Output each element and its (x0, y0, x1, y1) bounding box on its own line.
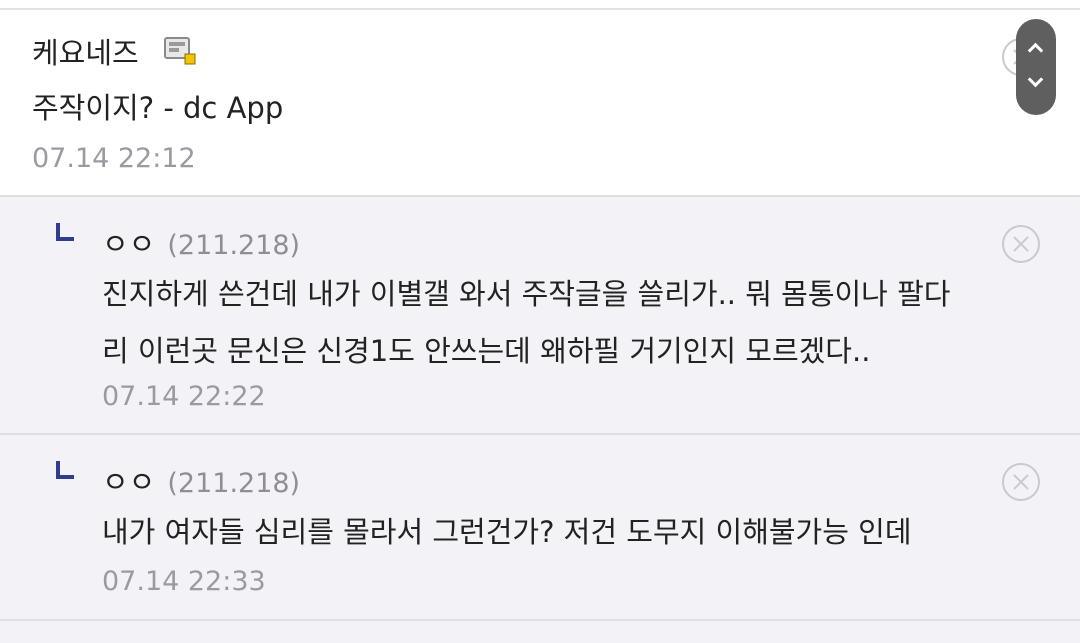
comment-text: 주작이지? - dc App (32, 91, 284, 125)
comment-item: 케요네즈 주작이지? - dc App 07.14 22:12 (0, 10, 1080, 197)
reply-ip: (211.218) (167, 230, 301, 261)
reply-text-line: 리 이런곳 문신은 신경1도 안쓰는데 왜하필 거기인지 모르겠다.. (102, 334, 871, 368)
next-reply-partial (0, 621, 1080, 643)
reply-nickname[interactable]: ㅇㅇ (211.218) (102, 459, 300, 501)
chevron-down-icon[interactable] (1027, 71, 1044, 88)
reply-text-line: 진지하게 쓴건데 내가 이별갤 와서 주작글을 쓸리가.. 뭐 몸통이나 팔다 (102, 277, 951, 311)
comment-date: 07.14 22:12 (32, 143, 196, 174)
chevron-up-icon[interactable] (1027, 42, 1044, 59)
reply-text-line: 내가 여자들 심리를 몰라서 그런건가? 저건 도무지 이해불가능 인데 (102, 515, 912, 549)
reply-item: ㅇㅇ (211.218) 내가 여자들 심리를 몰라서 그런건가? 저건 도무지 … (0, 435, 1080, 621)
circle-x-icon[interactable] (1002, 463, 1040, 501)
reply-nickname[interactable]: ㅇㅇ (211.218) (102, 221, 300, 263)
reply-nickname-text[interactable]: ㅇㅇ (102, 465, 155, 499)
reply-ip: (211.218) (167, 468, 301, 499)
reply-item: ㅇㅇ (211.218) 진지하게 쓴건데 내가 이별갤 와서 주작글을 쓸리가.… (0, 197, 1080, 435)
reply-arrow-icon (56, 223, 74, 241)
comment-nickname-text[interactable]: 케요네즈 (32, 36, 139, 70)
reply-date: 07.14 22:22 (102, 381, 266, 412)
comment-nickname[interactable]: 케요네즈 (32, 30, 139, 72)
scroll-control (1016, 19, 1056, 115)
reply-arrow-icon (56, 461, 74, 479)
reply-nickname-text[interactable]: ㅇㅇ (102, 227, 155, 261)
circle-x-icon[interactable] (1002, 225, 1040, 263)
fixed-member-icon (164, 37, 196, 65)
reply-date: 07.14 22:33 (102, 566, 266, 597)
